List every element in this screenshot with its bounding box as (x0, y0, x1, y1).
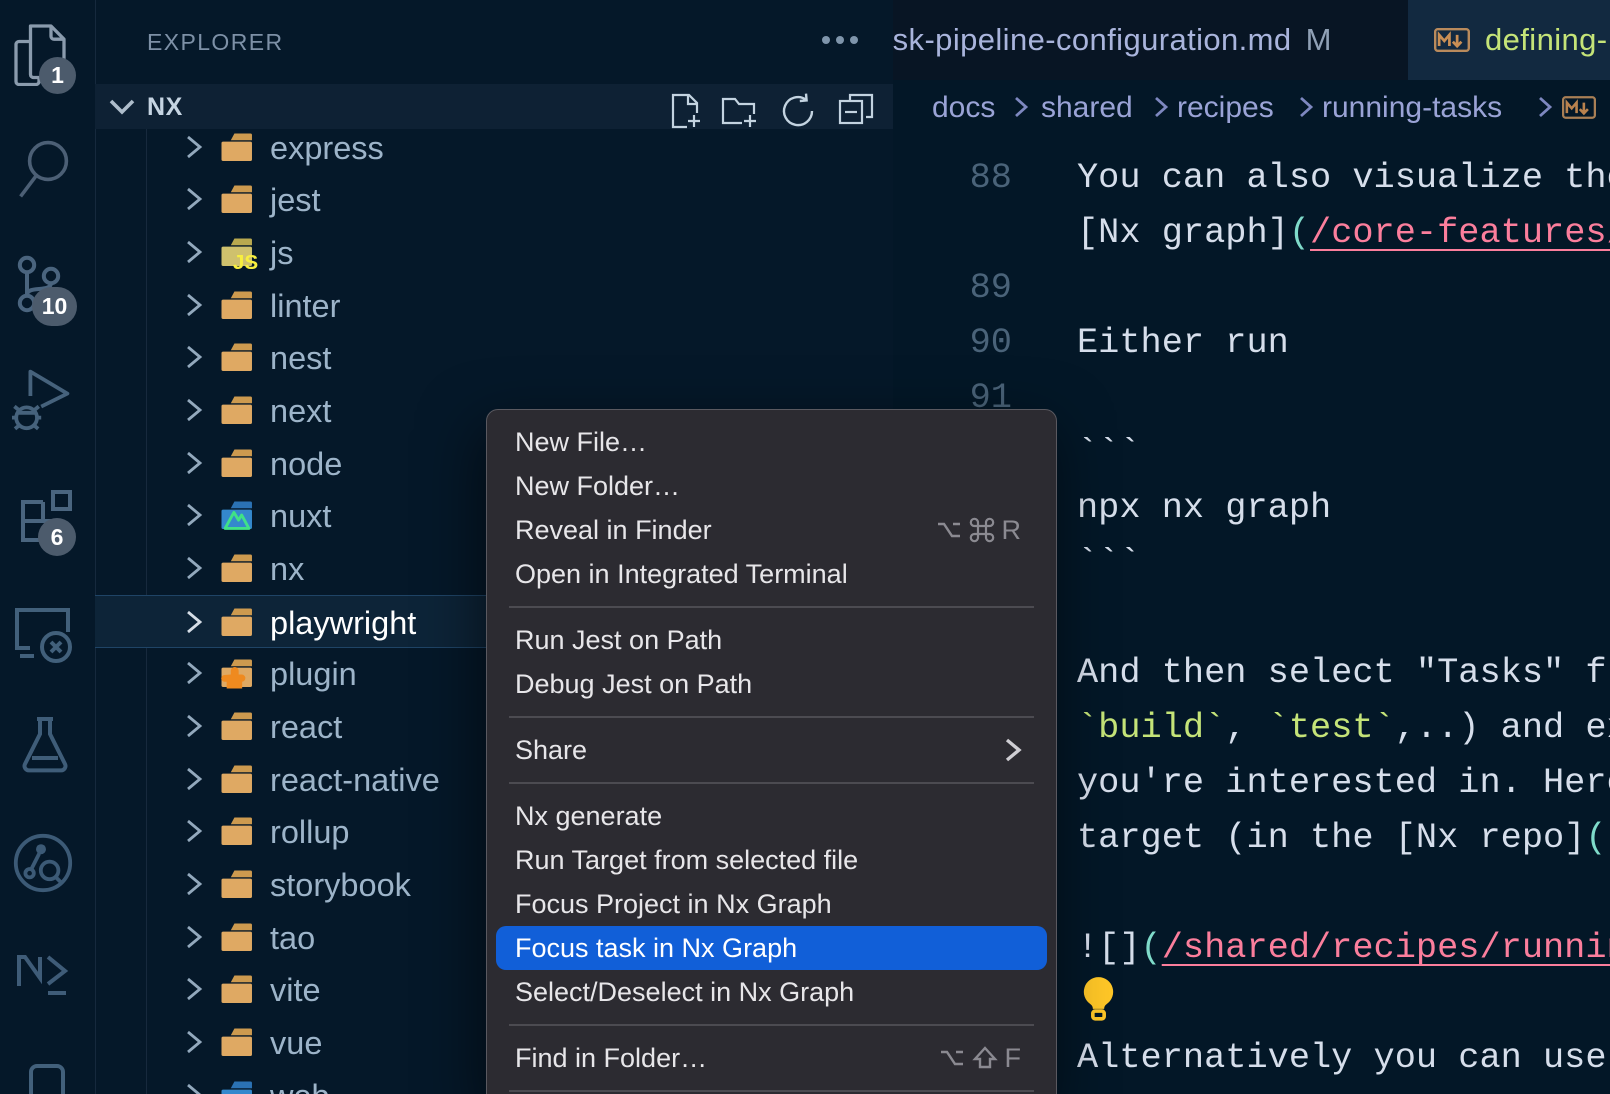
svg-text:JS: JS (233, 251, 258, 274)
